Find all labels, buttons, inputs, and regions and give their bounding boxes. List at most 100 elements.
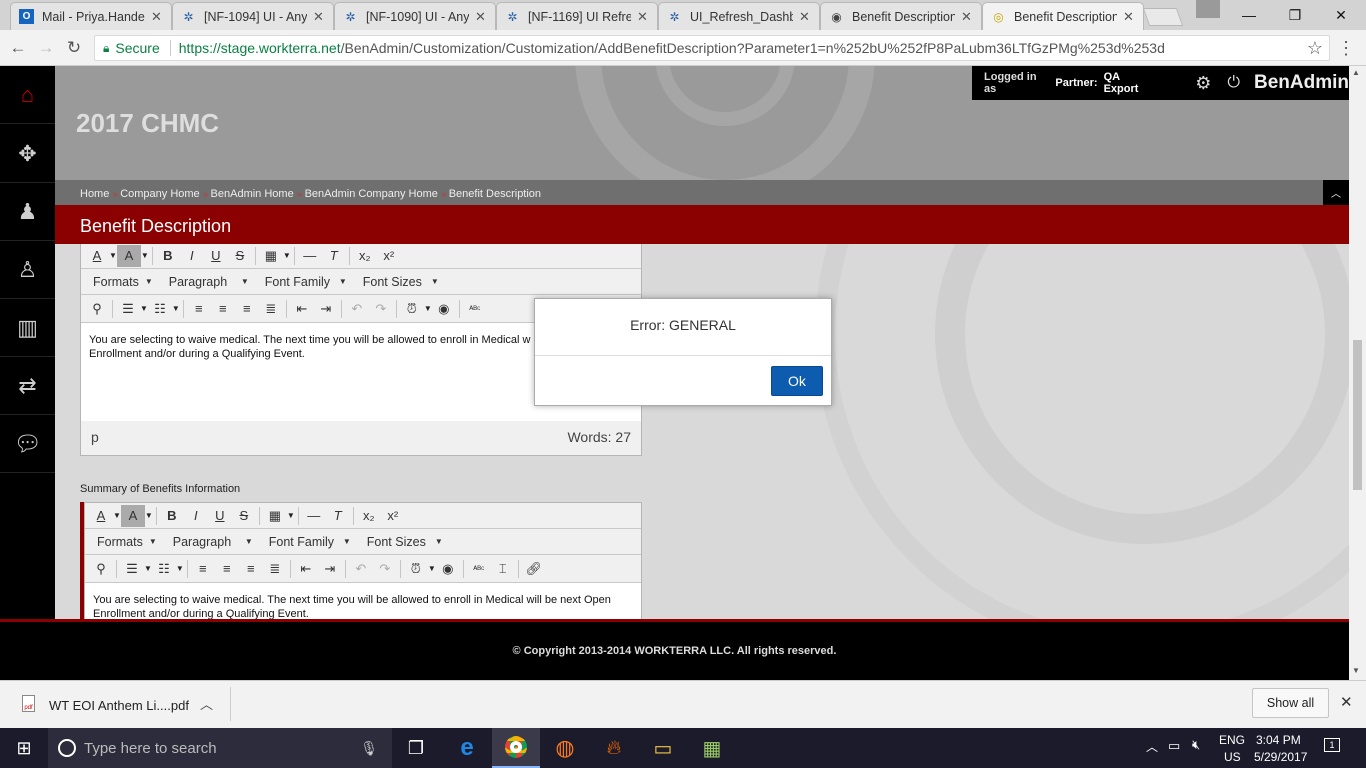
paragraph-dropdown[interactable]: Paragraph ▼ (161, 275, 257, 289)
highlight-color-icon[interactable]: A (120, 504, 145, 527)
undo-icon[interactable]: ↶ (345, 298, 369, 320)
subscript-icon[interactable]: x₂ (357, 505, 381, 527)
align-justify-icon[interactable]: ≣ (259, 298, 283, 320)
scrollbar-thumb[interactable] (1353, 340, 1362, 490)
spellcheck-icon[interactable]: ᴬᴮᶜ (463, 298, 487, 320)
windows-start-icon[interactable]: ⊞ (0, 728, 48, 768)
puzzle-icon[interactable]: ✥ (0, 125, 55, 183)
home-icon[interactable]: ⌂ (0, 66, 55, 124)
microphone-icon[interactable]: 🎙︎ (360, 740, 378, 757)
download-file-name[interactable]: WT EOI Anthem Li....pdf (49, 698, 189, 713)
power-icon[interactable]: ⏻ (1227, 74, 1240, 92)
outdent-icon[interactable]: ⇤ (294, 558, 318, 580)
close-download-bar-icon[interactable]: ✕ (1340, 693, 1353, 711)
outdent-icon[interactable]: ⇤ (290, 298, 314, 320)
font-family-dropdown[interactable]: Font Family ▼ (261, 535, 359, 549)
maximize-icon[interactable]: ❐ (1272, 0, 1318, 30)
align-center-icon[interactable]: ≡ (215, 558, 239, 580)
ok-button[interactable]: Ok (771, 366, 823, 396)
file-explorer-icon[interactable]: ▭ (639, 728, 687, 768)
strikethrough-icon[interactable]: S (228, 245, 252, 267)
text-color-icon[interactable]: A (85, 245, 109, 267)
edge-browser-icon[interactable]: e (443, 728, 491, 768)
clock-icon[interactable]: ⏰︎ (400, 298, 424, 320)
user-icon[interactable]: ♙ (0, 241, 55, 299)
close-tab-icon[interactable]: ✕ (1123, 9, 1135, 25)
chrome-browser-icon[interactable] (492, 728, 540, 768)
align-left-icon[interactable]: ≡ (191, 558, 215, 580)
menu-dots-icon[interactable]: ⋮ (1336, 38, 1356, 58)
table-icon[interactable]: ▦ (259, 245, 283, 267)
scroll-up-icon[interactable]: ▲ (1352, 68, 1360, 77)
gear-icon[interactable]: ⚙ (1195, 73, 1211, 94)
indent-icon[interactable]: ⇥ (314, 298, 338, 320)
collapse-header-icon[interactable]: ︿ (1323, 180, 1349, 205)
editor-content[interactable]: You are selecting to waive medical. The … (85, 583, 641, 619)
bullet-list-icon[interactable]: ☰ (120, 558, 144, 580)
new-tab-button[interactable] (1142, 8, 1184, 26)
user-star-icon[interactable]: ♟ (0, 183, 55, 241)
transfer-arrows-icon[interactable]: ⇄ (0, 357, 55, 415)
font-sizes-dropdown[interactable]: Font Sizes ▼ (359, 535, 451, 549)
horizontal-rule-icon[interactable]: — (302, 505, 326, 527)
close-tab-icon[interactable]: ✕ (313, 9, 325, 25)
region-indicator[interactable]: US (1224, 750, 1241, 764)
superscript-icon[interactable]: x² (377, 245, 401, 267)
close-tab-icon[interactable]: ✕ (637, 9, 649, 25)
scroll-down-icon[interactable]: ▼ (1352, 666, 1360, 675)
app-grid-icon[interactable]: ▦ (688, 728, 736, 768)
show-all-button[interactable]: Show all (1252, 688, 1329, 718)
italic-icon[interactable]: I (184, 505, 208, 527)
close-tab-icon[interactable]: ✕ (961, 9, 973, 25)
link-icon[interactable]: 🔗︎ (522, 558, 546, 580)
tray-chevron-up-icon[interactable]: ︿ (1146, 738, 1158, 755)
clock-date[interactable]: 5/29/2017 (1254, 750, 1307, 764)
bar-chart-icon[interactable]: ▥ (0, 299, 55, 357)
forward-arrow-icon[interactable]: → (36, 38, 56, 58)
minimize-icon[interactable]: — (1226, 0, 1272, 30)
browser-tab[interactable]: ✲ [NF-1094] UI - Any ✕ (172, 2, 334, 30)
browser-tab[interactable]: O Mail - Priya.Hande; ✕ (10, 2, 172, 30)
find-icon[interactable]: ⚲ (85, 298, 109, 320)
paragraph-dropdown[interactable]: Paragraph ▼ (165, 535, 261, 549)
firefox-icon[interactable]: ◍ (541, 728, 589, 768)
spellcheck-icon[interactable]: ᴬᴮᶜ (467, 558, 491, 580)
breadcrumb-home[interactable]: Home (80, 188, 109, 200)
horizontal-rule-icon[interactable]: — (298, 245, 322, 267)
superscript-icon[interactable]: x² (381, 505, 405, 527)
font-sizes-dropdown[interactable]: Font Sizes ▼ (355, 275, 447, 289)
find-icon[interactable]: ⚲ (89, 558, 113, 580)
profile-icon[interactable] (1196, 0, 1220, 18)
breadcrumb-benadmin-company-home[interactable]: BenAdmin Company Home (305, 188, 438, 200)
bullet-list-icon[interactable]: ☰ (116, 298, 140, 320)
clock-time[interactable]: 3:04 PM (1256, 733, 1301, 747)
language-indicator[interactable]: ENG (1219, 733, 1245, 747)
strikethrough-icon[interactable]: S (232, 505, 256, 527)
numbered-list-icon[interactable]: ☷ (148, 298, 172, 320)
chat-icon[interactable]: 💬︎ (0, 415, 55, 473)
underline-icon[interactable]: U (208, 505, 232, 527)
breadcrumb-company-home[interactable]: Company Home (120, 188, 199, 200)
address-bar[interactable]: 🔒︎ Secure https://stage.workterra.net /B… (94, 35, 1330, 61)
align-center-icon[interactable]: ≡ (211, 298, 235, 320)
formats-dropdown[interactable]: Formats ▼ (89, 535, 165, 549)
align-right-icon[interactable]: ≡ (235, 298, 259, 320)
browser-tab[interactable]: ✲ UI_Refresh_Dashbc ✕ (658, 2, 820, 30)
undo-icon[interactable]: ↶ (349, 558, 373, 580)
formats-dropdown[interactable]: Formats ▼ (85, 275, 161, 289)
breadcrumb-benadmin-home[interactable]: BenAdmin Home (211, 188, 294, 200)
flame-app-icon[interactable]: 🔥︎ (590, 728, 638, 768)
align-right-icon[interactable]: ≡ (239, 558, 263, 580)
bold-icon[interactable]: B (156, 245, 180, 267)
taskbar-search-box[interactable]: Type here to search 🎙︎ (48, 728, 392, 768)
font-family-dropdown[interactable]: Font Family ▼ (257, 275, 355, 289)
italic-icon[interactable]: I (180, 245, 204, 267)
underline-icon[interactable]: U (204, 245, 228, 267)
close-tab-icon[interactable]: ✕ (475, 9, 487, 25)
align-left-icon[interactable]: ≡ (187, 298, 211, 320)
clear-format-icon[interactable]: T (322, 245, 346, 267)
network-icon[interactable]: ▭ (1168, 738, 1180, 754)
back-arrow-icon[interactable]: ← (8, 38, 28, 58)
browser-tab-active[interactable]: ◎ Benefit Description ✕ (982, 2, 1144, 30)
indent-icon[interactable]: ⇥ (318, 558, 342, 580)
